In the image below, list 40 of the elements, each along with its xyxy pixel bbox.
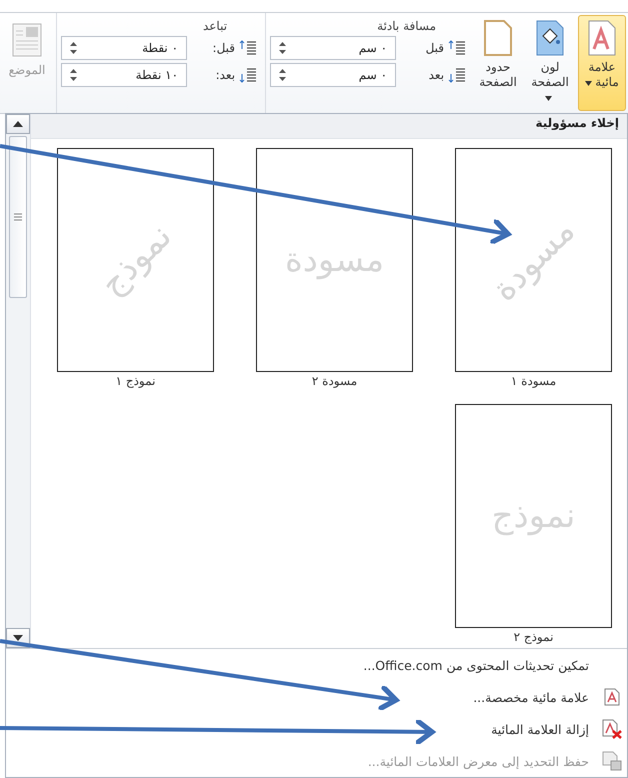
spacing-after-icon	[448, 67, 466, 83]
scrollbar-thumb[interactable]	[9, 136, 27, 298]
page-border-icon	[483, 20, 514, 56]
spin-label: قبل:	[212, 41, 236, 55]
spacing-field[interactable]: ١٠ نقطة	[61, 63, 188, 87]
ribbon-button[interactable]: علامة مائية	[578, 15, 626, 111]
spinner-arrows-icon[interactable]	[279, 41, 286, 55]
up-triangle-icon	[13, 121, 23, 127]
spacing-before-icon	[239, 40, 258, 56]
menu-item[interactable]: علامة مائية مخصصة...	[6, 681, 627, 713]
spin-label: قبل	[424, 41, 444, 55]
watermark-icon	[604, 688, 620, 706]
spacing-before-icon	[448, 40, 466, 56]
down-triangle-icon	[13, 635, 23, 641]
spacing-after-icon	[239, 67, 258, 83]
spinner-arrows-icon[interactable]	[279, 68, 286, 82]
spinner-arrows-icon[interactable]	[70, 41, 78, 55]
position-icon	[12, 23, 42, 57]
spinner-arrows-icon[interactable]	[70, 68, 78, 82]
indent-field[interactable]: ٠ سم	[270, 63, 396, 87]
watermark-icon	[587, 20, 618, 56]
paint-bucket-icon	[535, 20, 566, 56]
ribbon-button[interactable]: حدود الصفحة	[474, 15, 522, 111]
spacing-field[interactable]: ٠ نقطة	[61, 36, 188, 60]
gallery-heading: إخلاء مسؤولية	[31, 114, 627, 139]
spin-label: بعد	[428, 68, 444, 82]
option-label: نموذج ١	[116, 374, 156, 388]
option-label: مسودة ١	[510, 374, 556, 388]
group-title: تباعد	[202, 19, 228, 33]
option-label: مسودة ٢	[312, 374, 358, 388]
remove-watermark-icon	[602, 719, 622, 739]
scroll-up-button[interactable]	[6, 114, 30, 134]
group-title: مسافة بادئة	[376, 19, 438, 33]
indent-field[interactable]: ٠ سم	[270, 36, 396, 60]
ribbon-button[interactable]: لون الصفحة	[526, 15, 574, 111]
spin-label: بعد:	[214, 68, 236, 82]
menu-item[interactable]: إزالة العلامة المائية	[6, 713, 627, 745]
option-label: نموذج ٢	[514, 630, 554, 644]
save-to-gallery-icon	[602, 751, 622, 771]
menu-item[interactable]: تمكين تحديثات المحتوى من Office.com...	[6, 649, 627, 681]
